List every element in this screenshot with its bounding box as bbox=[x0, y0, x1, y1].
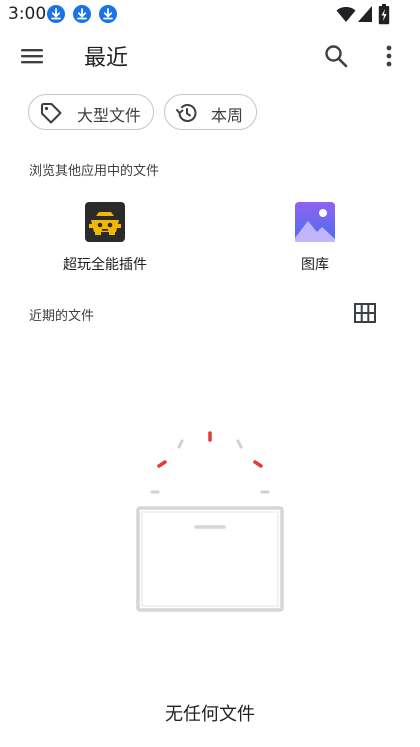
status-bar: 3:00 bbox=[0, 0, 420, 30]
page-title: 最近 bbox=[84, 46, 129, 71]
app-tile-gallery-label: 图库 bbox=[301, 257, 329, 273]
empty-state-message: 无任何文件 bbox=[165, 704, 255, 725]
download-icon bbox=[73, 5, 91, 23]
history-icon bbox=[176, 104, 197, 122]
browse-section-title: 浏览其他应用中的文件 bbox=[29, 164, 160, 179]
search-icon[interactable] bbox=[322, 42, 350, 70]
menu-icon[interactable] bbox=[18, 42, 48, 70]
more-vert-icon[interactable] bbox=[378, 42, 400, 70]
app-tile-game-plugin[interactable]: 超玩全能插件 bbox=[50, 200, 160, 280]
empty-folder-illustration bbox=[136, 431, 284, 612]
cellular-signal-icon bbox=[358, 6, 372, 22]
app-tile-game-plugin-label: 超玩全能插件 bbox=[63, 257, 147, 273]
app-bar: 最近 bbox=[0, 30, 420, 82]
large-files-chip[interactable]: 大型文件 bbox=[28, 94, 154, 130]
status-time: 3:00 bbox=[8, 4, 47, 24]
grid-view-icon[interactable] bbox=[354, 303, 376, 323]
this-week-chip[interactable]: 本周 bbox=[164, 94, 257, 130]
app-tile-gallery[interactable]: 图库 bbox=[260, 200, 370, 280]
label-tag-icon bbox=[41, 103, 62, 124]
download-icon bbox=[47, 5, 65, 23]
battery-charging-icon bbox=[378, 4, 390, 25]
large-files-chip-label: 大型文件 bbox=[77, 106, 142, 125]
wifi-icon bbox=[336, 7, 356, 22]
gallery-icon bbox=[295, 202, 335, 242]
recent-section-title: 近期的文件 bbox=[29, 309, 95, 324]
this-week-chip-label: 本周 bbox=[211, 106, 244, 125]
download-icon bbox=[99, 5, 117, 23]
game-plugin-icon bbox=[85, 202, 125, 242]
